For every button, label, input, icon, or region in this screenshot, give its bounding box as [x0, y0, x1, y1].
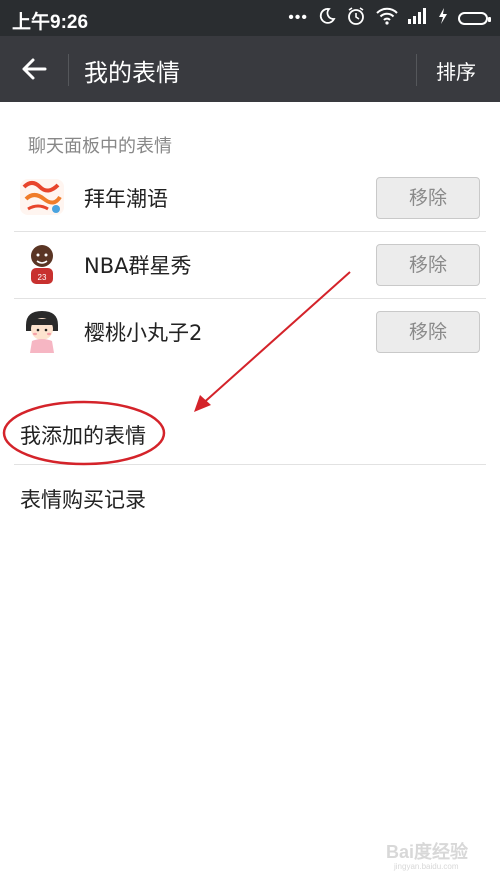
- annotation-ellipse: [2, 400, 166, 466]
- watermark-logo: Bai度经验: [386, 842, 469, 862]
- annotation-overlay: [2, 271, 351, 466]
- watermark-url: jingyan.baidu.com: [394, 862, 459, 871]
- annotation-arrow: [194, 271, 351, 412]
